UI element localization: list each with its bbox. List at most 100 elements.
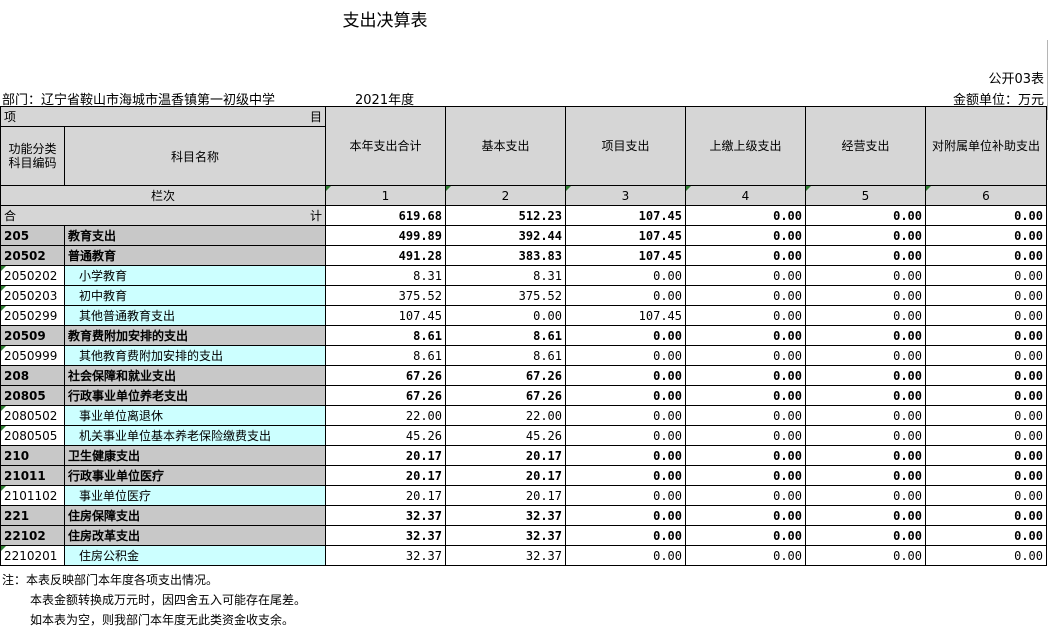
row-code[interactable]: 21011 bbox=[0, 465, 65, 486]
row-code[interactable]: 2080505 bbox=[0, 425, 65, 446]
row-value[interactable]: 0.00 bbox=[805, 365, 926, 386]
row-subject-name[interactable]: 事业单位离退休 bbox=[64, 405, 326, 426]
row-subject-name[interactable]: 行政事业单位养老支出 bbox=[64, 385, 326, 406]
row-value[interactable]: 8.61 bbox=[445, 325, 566, 346]
total-value[interactable]: 512.23 bbox=[445, 205, 566, 226]
row-value[interactable]: 32.37 bbox=[445, 525, 566, 546]
row-subject-name[interactable]: 初中教育 bbox=[64, 285, 326, 306]
row-value[interactable]: 0.00 bbox=[925, 405, 1047, 426]
row-value[interactable]: 0.00 bbox=[805, 545, 926, 566]
row-value[interactable]: 0.00 bbox=[925, 285, 1047, 306]
row-code[interactable]: 2050203 bbox=[0, 285, 65, 306]
row-code[interactable]: 205 bbox=[0, 225, 65, 246]
row-value[interactable]: 0.00 bbox=[925, 445, 1047, 466]
row-subject-name[interactable]: 住房保障支出 bbox=[64, 505, 326, 526]
row-value[interactable]: 0.00 bbox=[805, 265, 926, 286]
row-value[interactable]: 383.83 bbox=[445, 245, 566, 266]
row-value[interactable]: 0.00 bbox=[925, 345, 1047, 366]
total-value[interactable]: 0.00 bbox=[925, 205, 1047, 226]
row-value[interactable]: 0.00 bbox=[805, 445, 926, 466]
col-header-subsidy[interactable]: 对附属单位补助支出 bbox=[925, 106, 1047, 186]
row-value[interactable]: 8.31 bbox=[445, 265, 566, 286]
row-value[interactable]: 20.17 bbox=[325, 465, 446, 486]
row-value[interactable]: 8.61 bbox=[325, 345, 446, 366]
row-value[interactable]: 0.00 bbox=[925, 465, 1047, 486]
row-value[interactable]: 0.00 bbox=[565, 525, 686, 546]
col-header-upper[interactable]: 上缴上级支出 bbox=[685, 106, 806, 186]
row-value[interactable]: 0.00 bbox=[565, 385, 686, 406]
row-code[interactable]: 2050999 bbox=[0, 345, 65, 366]
col-header-total[interactable]: 本年支出合计 bbox=[325, 106, 446, 186]
row-value[interactable]: 0.00 bbox=[805, 525, 926, 546]
row-value[interactable]: 32.37 bbox=[445, 545, 566, 566]
row-value[interactable]: 0.00 bbox=[925, 245, 1047, 266]
total-label-cell[interactable]: 合 计 bbox=[0, 205, 326, 226]
row-value[interactable]: 20.17 bbox=[445, 445, 566, 466]
row-subject-name[interactable]: 行政事业单位医疗 bbox=[64, 465, 326, 486]
row-value[interactable]: 0.00 bbox=[685, 545, 806, 566]
row-code[interactable]: 2210201 bbox=[0, 545, 65, 566]
total-value[interactable]: 107.45 bbox=[565, 205, 686, 226]
row-value[interactable]: 107.45 bbox=[565, 305, 686, 326]
row-value[interactable]: 32.37 bbox=[325, 545, 446, 566]
row-value[interactable]: 0.00 bbox=[685, 505, 806, 526]
col-number[interactable]: 6 bbox=[925, 185, 1047, 206]
row-value[interactable]: 0.00 bbox=[805, 325, 926, 346]
row-value[interactable]: 0.00 bbox=[925, 525, 1047, 546]
col-header-project[interactable]: 项目支出 bbox=[565, 106, 686, 186]
row-subject-name[interactable]: 其他普通教育支出 bbox=[64, 305, 326, 326]
row-value[interactable]: 8.61 bbox=[325, 325, 446, 346]
row-value[interactable]: 0.00 bbox=[925, 505, 1047, 526]
row-value[interactable]: 67.26 bbox=[445, 365, 566, 386]
row-value[interactable]: 0.00 bbox=[685, 525, 806, 546]
row-value[interactable]: 0.00 bbox=[565, 325, 686, 346]
row-value[interactable]: 0.00 bbox=[685, 245, 806, 266]
row-value[interactable]: 20.17 bbox=[325, 485, 446, 506]
row-value[interactable]: 0.00 bbox=[565, 485, 686, 506]
row-value[interactable]: 0.00 bbox=[685, 305, 806, 326]
row-value[interactable]: 375.52 bbox=[325, 285, 446, 306]
total-value[interactable]: 0.00 bbox=[805, 205, 926, 226]
row-value[interactable]: 0.00 bbox=[565, 505, 686, 526]
row-value[interactable]: 0.00 bbox=[925, 305, 1047, 326]
row-value[interactable]: 0.00 bbox=[805, 245, 926, 266]
total-value[interactable]: 619.68 bbox=[325, 205, 446, 226]
row-value[interactable]: 32.37 bbox=[325, 525, 446, 546]
row-value[interactable]: 0.00 bbox=[565, 445, 686, 466]
row-subject-name[interactable]: 小学教育 bbox=[64, 265, 326, 286]
row-value[interactable]: 67.26 bbox=[325, 385, 446, 406]
row-value[interactable]: 0.00 bbox=[685, 405, 806, 426]
col-number[interactable]: 3 bbox=[565, 185, 686, 206]
row-value[interactable]: 0.00 bbox=[565, 405, 686, 426]
row-value[interactable]: 0.00 bbox=[685, 465, 806, 486]
row-value[interactable]: 45.26 bbox=[445, 425, 566, 446]
row-value[interactable]: 0.00 bbox=[805, 485, 926, 506]
row-value[interactable]: 0.00 bbox=[685, 325, 806, 346]
row-value[interactable]: 107.45 bbox=[565, 225, 686, 246]
row-code[interactable]: 22102 bbox=[0, 525, 65, 546]
total-value[interactable]: 0.00 bbox=[685, 205, 806, 226]
row-value[interactable]: 0.00 bbox=[805, 385, 926, 406]
row-value[interactable]: 32.37 bbox=[445, 505, 566, 526]
row-value[interactable]: 0.00 bbox=[925, 385, 1047, 406]
row-value[interactable]: 0.00 bbox=[685, 285, 806, 306]
row-value[interactable]: 45.26 bbox=[325, 425, 446, 446]
row-value[interactable]: 0.00 bbox=[565, 425, 686, 446]
row-value[interactable]: 0.00 bbox=[925, 225, 1047, 246]
col-number[interactable]: 1 bbox=[325, 185, 446, 206]
row-value[interactable]: 0.00 bbox=[565, 545, 686, 566]
row-value[interactable]: 107.45 bbox=[325, 305, 446, 326]
row-code[interactable]: 2080502 bbox=[0, 405, 65, 426]
col-header-business[interactable]: 经营支出 bbox=[805, 106, 926, 186]
col-header-basic[interactable]: 基本支出 bbox=[445, 106, 566, 186]
row-value[interactable]: 0.00 bbox=[685, 485, 806, 506]
row-value[interactable]: 20.17 bbox=[325, 445, 446, 466]
row-value[interactable]: 0.00 bbox=[925, 425, 1047, 446]
func-code-header[interactable]: 功能分类科目编码 bbox=[0, 126, 65, 186]
row-subject-name[interactable]: 事业单位医疗 bbox=[64, 485, 326, 506]
row-subject-name[interactable]: 其他教育费附加安排的支出 bbox=[64, 345, 326, 366]
row-value[interactable]: 8.61 bbox=[445, 345, 566, 366]
row-value[interactable]: 0.00 bbox=[925, 545, 1047, 566]
row-value[interactable]: 0.00 bbox=[685, 445, 806, 466]
row-value[interactable]: 0.00 bbox=[565, 285, 686, 306]
